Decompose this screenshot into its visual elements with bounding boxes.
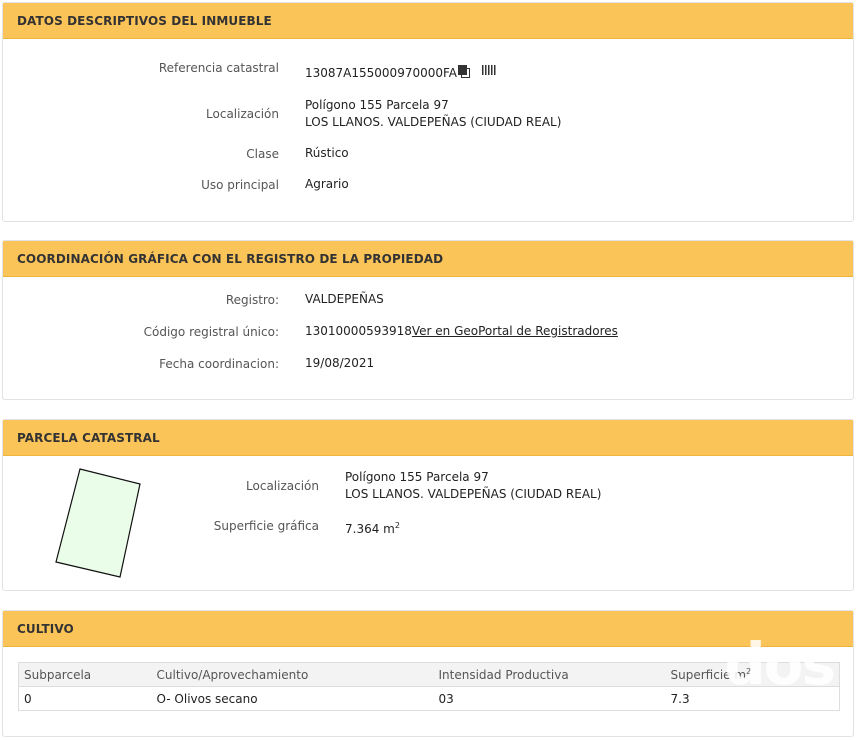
cell-intensidad: 03 [438,691,454,706]
copy-icon[interactable] [458,65,471,78]
coordinacion-panel: COORDINACIÓN GRÁFICA CON EL REGISTRO DE … [2,240,854,400]
codigo-registral-text: 13010000593918 [305,324,412,338]
referencia-catastral-label: Referencia catastral [158,61,279,75]
superficie-grafica-value: 7.364 m2 [345,517,400,538]
datos-descriptivos-panel: DATOS DESCRIPTIVOS DEL INMUEBLE Referenc… [2,2,854,222]
cell-cultivo: O- Olivos secano [156,691,258,706]
parcela-catastral-header: PARCELA CATASTRAL [3,420,853,456]
codigo-registral-value: 13010000593918Ver en GeoPortal de Regist… [305,323,618,340]
superficie-grafica-label: Superficie gráfica [213,519,319,533]
cell-subparcela: 0 [24,691,32,706]
clase-value: Rústico [305,146,349,160]
referencia-catastral-value: 13087A155000970000FA [305,65,497,82]
table-row: 0 O- Olivos secano 03 7.3 [19,687,840,711]
parcela-localizacion-line2: LOS LLANOS. VALDEPEÑAS (CIUDAD REAL) [345,487,602,501]
parcela-localizacion-line1: Polígono 155 Parcela 97 [345,470,489,484]
localizacion-label: Localización [206,107,279,121]
superficie-exponent: 2 [394,521,400,530]
parcela-localizacion-label: Localización [246,479,319,493]
col-subparcela: Subparcela [18,662,152,687]
coordinacion-header: COORDINACIÓN GRÁFICA CON EL REGISTRO DE … [3,241,853,277]
parcela-catastral-panel: PARCELA CATASTRAL Localización Polígono … [2,419,854,591]
geoportal-link[interactable]: Ver en GeoPortal de Registradores [412,324,618,338]
referencia-catastral-text[interactable]: 13087A155000970000FA [305,66,457,80]
registro-value: VALDEPEÑAS [305,292,384,306]
codigo-registral-label: Código registral único: [143,325,279,339]
localizacion-line2: LOS LLANOS. VALDEPEÑAS (CIUDAD REAL) [305,115,562,129]
barcode-icon[interactable] [482,65,497,75]
registro-label: Registro: [225,293,279,307]
col-cultivo: Cultivo/Aprovechamiento [151,662,434,687]
cultivo-table-header-row: Subparcela Cultivo/Aprovechamiento Inten… [18,662,840,687]
col-intensidad: Intensidad Productiva [433,662,666,687]
uso-principal-value: Agrario [305,177,349,191]
superficie-grafica-number: 7.364 m [345,522,395,536]
clase-label: Clase [246,147,279,161]
fecha-coordinacion-value: 19/08/2021 [305,356,375,370]
uso-principal-label: Uso principal [201,178,279,192]
localizacion-line1: Polígono 155 Parcela 97 [305,98,449,112]
datos-descriptivos-header: DATOS DESCRIPTIVOS DEL INMUEBLE [3,3,853,39]
parcela-localizacion-value: Polígono 155 Parcela 97 LOS LLANOS. VALD… [345,469,601,503]
fecha-coordinacion-label: Fecha coordinacion: [159,357,279,371]
watermark-logo: dos [724,630,836,698]
localizacion-value: Polígono 155 Parcela 97 LOS LLANOS. VALD… [305,97,561,131]
cultivo-table: Subparcela Cultivo/Aprovechamiento Inten… [18,662,840,711]
